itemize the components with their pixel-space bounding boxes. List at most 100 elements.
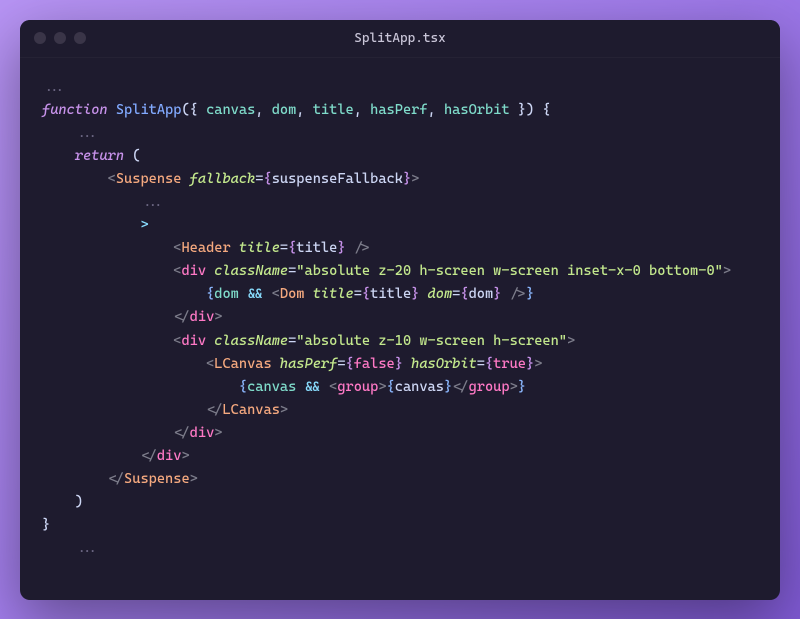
brace-l: { — [460, 286, 468, 302]
self-close: /> — [501, 286, 526, 302]
div-close-tag: div — [157, 448, 182, 464]
angle-close: > — [567, 333, 575, 349]
maximize-button[interactable] — [74, 32, 86, 44]
close-angle: </ — [206, 402, 222, 418]
title-val: title — [296, 240, 337, 256]
minimize-button[interactable] — [54, 32, 66, 44]
param-hasOrbit: hasOrbit — [444, 102, 510, 118]
param-hasPerf: hasPerf — [370, 102, 427, 118]
dom-var: dom — [214, 286, 239, 302]
brace-r: } — [395, 356, 403, 372]
self-close: /> — [346, 240, 371, 256]
suspense-close-tag: Suspense — [124, 471, 190, 487]
ellipsis: ... — [42, 79, 67, 95]
lcanvas-tag: LCanvas — [214, 356, 271, 372]
return-keyword: return — [75, 148, 124, 164]
fallback-attr: fallback — [190, 171, 256, 187]
close-brace: } — [42, 517, 50, 533]
comma: , — [354, 102, 370, 118]
dom-val: dom — [469, 286, 494, 302]
brace-l: { — [485, 356, 493, 372]
angle-close: > — [534, 356, 542, 372]
function-keyword: function — [42, 102, 108, 118]
window-title: SplitApp.tsx — [34, 31, 766, 46]
eq: = — [477, 356, 485, 372]
close-button[interactable] — [34, 32, 46, 44]
and-op: && — [296, 379, 329, 395]
suspense-tag: Suspense — [116, 171, 182, 187]
brace-r: } — [444, 379, 452, 395]
eq: = — [354, 286, 362, 302]
function-name: SplitApp — [116, 102, 182, 118]
comma: , — [296, 102, 312, 118]
hasOrbit-attr: hasOrbit — [411, 356, 477, 372]
lone-gt: > — [140, 217, 148, 233]
title-attr: title — [313, 286, 354, 302]
title-attr: title — [239, 240, 280, 256]
close-paren: ) — [75, 494, 83, 510]
angle-close: > — [723, 263, 731, 279]
className-attr: className — [214, 333, 288, 349]
ellipsis: ... — [75, 540, 100, 556]
brace-r: } — [411, 286, 419, 302]
class-string-1: "absolute z-20 h-screen w-screen inset-x… — [296, 263, 723, 279]
header-tag: Header — [181, 240, 230, 256]
param-title: title — [313, 102, 354, 118]
className-attr: className — [214, 263, 288, 279]
angle-open: < — [272, 286, 280, 302]
dom-tag: Dom — [280, 286, 305, 302]
ellipsis: ... — [140, 194, 165, 210]
expr-brace-l: { — [239, 379, 247, 395]
brace-l: { — [387, 379, 395, 395]
angle-close: > — [280, 402, 288, 418]
comma: , — [428, 102, 444, 118]
angle-close: > — [510, 379, 518, 395]
close-angle: </ — [173, 309, 189, 325]
angle-close: > — [214, 425, 222, 441]
close-angle: </ — [140, 448, 156, 464]
angle-close: > — [190, 471, 198, 487]
comma: , — [255, 102, 271, 118]
and-op: && — [239, 286, 272, 302]
angle-close: > — [181, 448, 189, 464]
return-paren: ( — [124, 148, 140, 164]
ellipsis: ... — [75, 125, 100, 141]
code-editor[interactable]: ...function SplitApp({ canvas, dom, titl… — [20, 58, 780, 600]
window-titlebar: SplitApp.tsx — [20, 20, 780, 58]
canvas-val: canvas — [395, 379, 444, 395]
angle-open: < — [108, 171, 116, 187]
false-literal: false — [354, 356, 395, 372]
div-close-tag: div — [190, 425, 215, 441]
dom-attr: dom — [428, 286, 453, 302]
angle-close: > — [214, 309, 222, 325]
title-val: title — [370, 286, 411, 302]
angle-close: > — [411, 171, 419, 187]
div-tag: div — [181, 263, 206, 279]
canvas-var: canvas — [247, 379, 296, 395]
close-angle: </ — [173, 425, 189, 441]
traffic-lights — [34, 32, 86, 44]
brace-l: { — [362, 286, 370, 302]
true-literal: true — [493, 356, 526, 372]
lcanvas-close-tag: LCanvas — [222, 402, 279, 418]
brace-r: } — [337, 240, 345, 256]
brace-l: { — [346, 356, 354, 372]
expr-brace-r: } — [526, 286, 534, 302]
param-dom: dom — [272, 102, 297, 118]
param-canvas: canvas — [206, 102, 255, 118]
close-angle: </ — [452, 379, 468, 395]
eq: = — [337, 356, 345, 372]
angle-close: > — [378, 379, 386, 395]
hasPerf-attr: hasPerf — [280, 356, 337, 372]
suspense-fallback-val: suspenseFallback — [272, 171, 403, 187]
group-tag: group — [337, 379, 378, 395]
brace-r: } — [526, 356, 534, 372]
div-tag: div — [181, 333, 206, 349]
div-close-tag: div — [190, 309, 215, 325]
destructure-open: ({ — [181, 102, 206, 118]
group-close-tag: group — [469, 379, 510, 395]
class-string-2: "absolute z-10 w-screen h-screen" — [296, 333, 567, 349]
destructure-close: }) { — [510, 102, 551, 118]
eq: = — [280, 240, 288, 256]
brace-r: } — [403, 171, 411, 187]
